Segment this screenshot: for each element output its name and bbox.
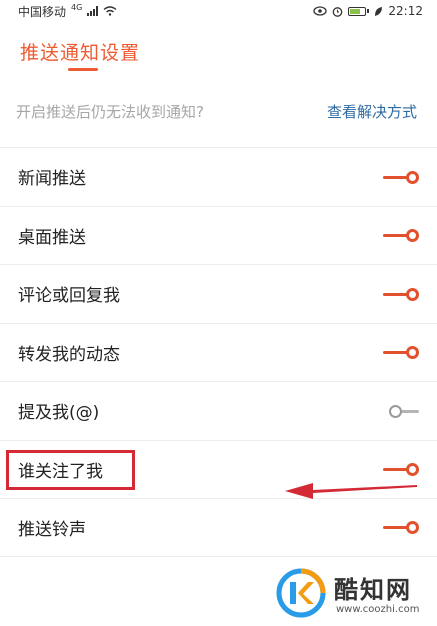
setting-row-comment-reply[interactable]: 评论或回复我: [0, 264, 437, 323]
signal-icon: [87, 6, 99, 16]
help-row: 开启推送后仍无法收到通知? 查看解决方式: [0, 96, 437, 126]
setting-label: 推送铃声: [18, 519, 86, 540]
news-push-toggle[interactable]: [383, 170, 419, 184]
title-underline: [68, 68, 98, 71]
network-type: 4G: [71, 2, 83, 12]
repost-toggle[interactable]: [383, 345, 419, 360]
setting-label: 新闻推送: [18, 169, 86, 190]
setting-row-push-ringtone[interactable]: 推送铃声: [0, 498, 437, 557]
setting-row-news-push[interactable]: 新闻推送: [0, 147, 437, 206]
status-right: 22:12: [313, 4, 423, 18]
view-solution-link[interactable]: 查看解决方式: [327, 101, 417, 122]
watermark-url: www.coozhi.com: [336, 604, 420, 615]
clock: 22:12: [388, 4, 423, 18]
status-bar: 中国移动 4G 22:12: [0, 0, 437, 22]
eye-icon: [313, 6, 328, 16]
setting-row-mention[interactable]: 提及我(@): [0, 381, 437, 440]
coozhi-logo-icon: [276, 568, 326, 618]
page-title: 推送通知设置: [20, 42, 141, 64]
setting-row-desktop-push[interactable]: 桌面推送: [0, 205, 437, 265]
battery-icon: [348, 6, 370, 16]
push-ringtone-toggle[interactable]: [383, 520, 419, 535]
setting-label: 提及我(@): [18, 403, 100, 424]
setting-label: 转发我的动态: [18, 344, 120, 365]
annotation-arrow-icon: [285, 483, 417, 499]
watermark-name: 酷知网: [334, 576, 412, 604]
setting-label: 评论或回复我: [18, 286, 120, 307]
setting-label: 桌面推送: [18, 227, 86, 248]
alarm-icon: [333, 6, 343, 17]
wifi-icon: [103, 6, 117, 16]
new-follower-toggle[interactable]: [383, 462, 419, 477]
watermark: 酷知网 www.coozhi.com: [276, 566, 436, 622]
annotation-highlight-box: [6, 450, 135, 490]
desktop-push-toggle[interactable]: [383, 228, 419, 243]
mention-toggle[interactable]: [383, 404, 419, 418]
carrier-name: 中国移动: [18, 4, 67, 19]
setting-row-repost[interactable]: 转发我的动态: [0, 322, 437, 382]
help-question: 开启推送后仍无法收到通知?: [16, 102, 204, 121]
status-left: 中国移动 4G: [18, 3, 117, 20]
leaf-icon: [375, 6, 383, 16]
comment-reply-toggle[interactable]: [383, 287, 419, 301]
